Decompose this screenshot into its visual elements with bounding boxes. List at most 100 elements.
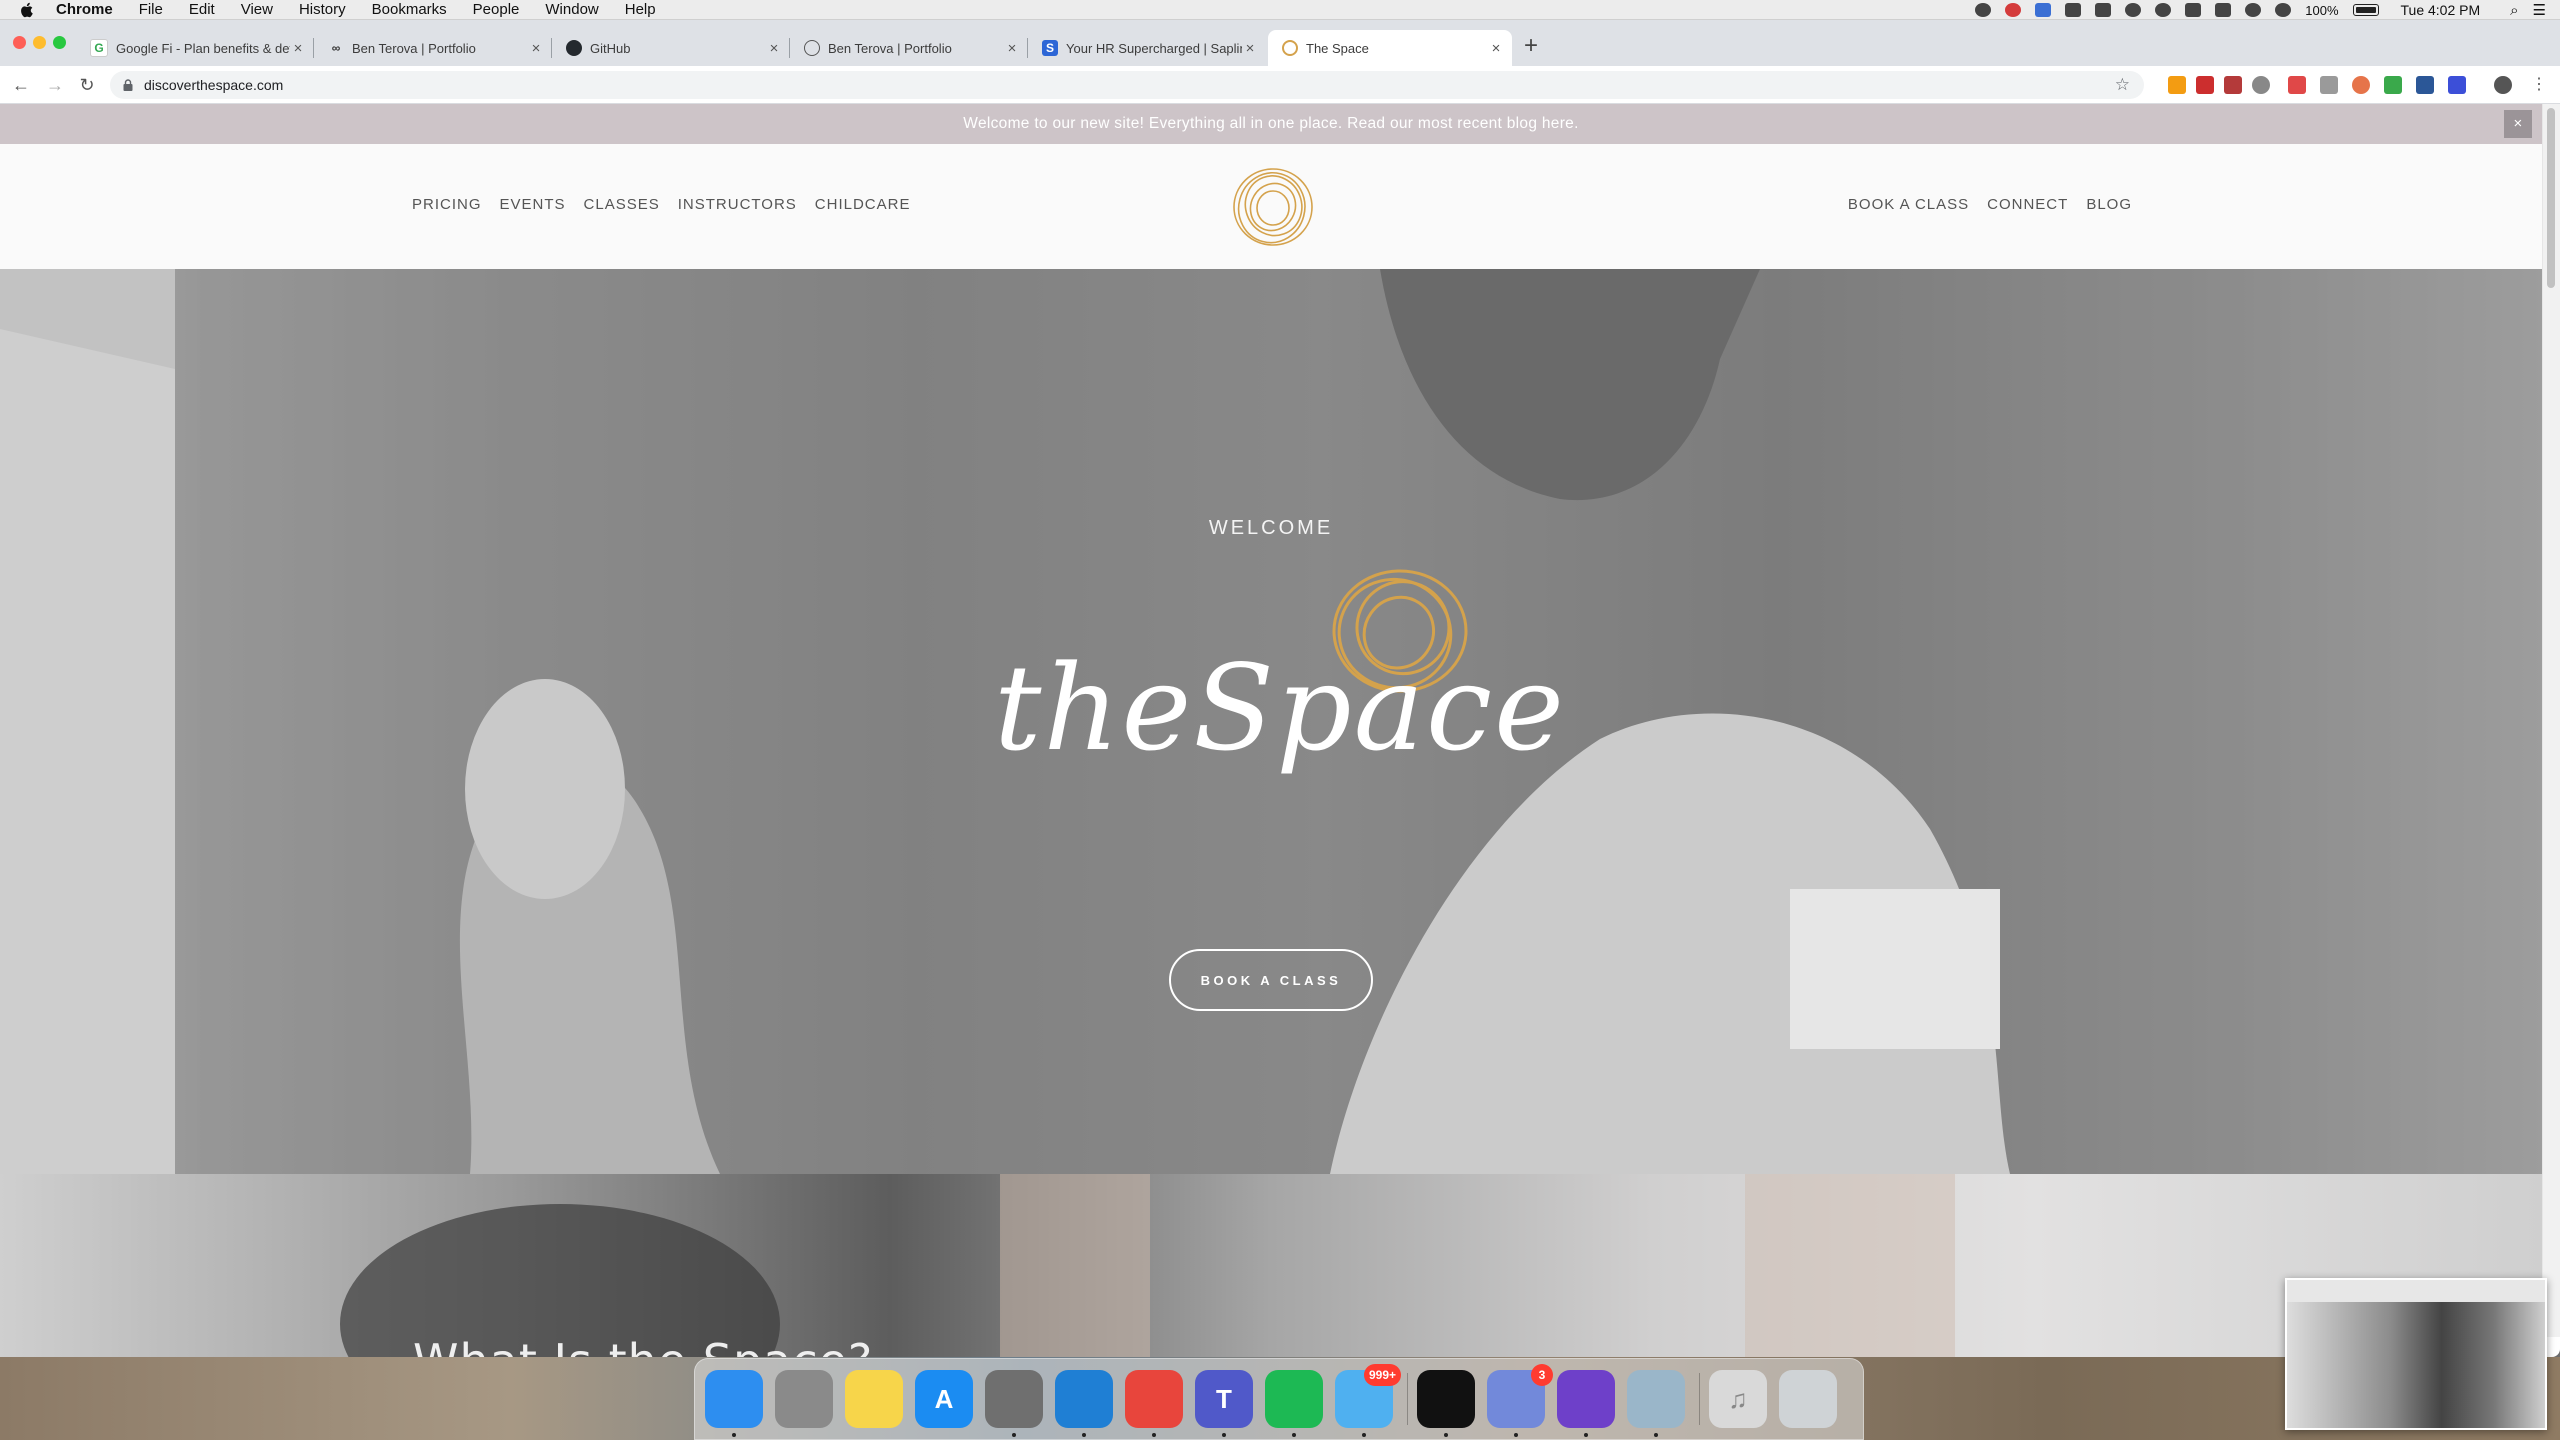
chrome-icon[interactable]	[1125, 1370, 1183, 1428]
tab-sapling[interactable]: S Your HR Supercharged | Saplin ×	[1028, 30, 1266, 66]
spotify-icon[interactable]	[1265, 1370, 1323, 1428]
clock[interactable]: Tue 4:02 PM	[2401, 2, 2481, 18]
bluetooth-icon[interactable]	[2245, 3, 2262, 17]
lock-icon[interactable]	[122, 79, 134, 91]
running-indicator	[1362, 1433, 1366, 1437]
apple-icon[interactable]	[18, 1, 36, 19]
tab-the-space[interactable]: The Space ×	[1268, 30, 1512, 66]
menu-file[interactable]: File	[139, 1, 163, 18]
sapling-dock-icon[interactable]	[1417, 1370, 1475, 1428]
menu-window[interactable]: Window	[545, 1, 598, 18]
minimize-window-button[interactable]	[33, 36, 46, 49]
menu-bookmarks[interactable]: Bookmarks	[372, 1, 447, 18]
chrome-menu-icon[interactable]: ⋮	[2528, 74, 2550, 96]
close-tab-icon[interactable]: ×	[1004, 40, 1020, 57]
scrollbar-thumb[interactable]	[2547, 108, 2555, 288]
running-indicator	[1222, 1433, 1226, 1437]
menu-app-name[interactable]: Chrome	[56, 1, 113, 18]
bookmark-star-icon[interactable]: ☆	[2115, 75, 2130, 95]
leaf-extension-icon[interactable]	[2384, 76, 2402, 94]
clipboard-icon[interactable]	[2035, 3, 2052, 17]
thumbnail-toolbar	[2287, 1280, 2545, 1303]
rocket-icon[interactable]	[775, 1370, 833, 1428]
app-store-icon[interactable]: A	[915, 1370, 973, 1428]
info-extension-icon[interactable]	[2448, 76, 2466, 94]
battery-percent[interactable]: 100%	[2305, 3, 2338, 18]
close-announcement-button[interactable]: ×	[2504, 110, 2532, 138]
close-tab-icon[interactable]: ×	[1488, 40, 1504, 57]
vscode-icon[interactable]	[1055, 1370, 1113, 1428]
gear-icon[interactable]	[985, 1370, 1043, 1428]
stats-icon[interactable]	[2065, 3, 2082, 17]
screenshot-thumbnail[interactable]	[2285, 1278, 2547, 1430]
lastpass-extension-icon[interactable]	[2196, 76, 2214, 94]
announcement-text[interactable]: Welcome to our new site! Everything all …	[963, 115, 1578, 133]
shield-status-icon[interactable]	[1975, 3, 1992, 17]
zoom-window-button[interactable]	[53, 36, 66, 49]
finder-icon[interactable]	[705, 1370, 763, 1428]
dropbox-icon[interactable]	[2185, 3, 2202, 17]
menu-help[interactable]: Help	[625, 1, 656, 18]
tab-portfolio-2[interactable]: Ben Terova | Portfolio ×	[790, 30, 1028, 66]
reload-icon[interactable]: ↻	[76, 74, 98, 96]
music-icon[interactable]: ♫	[1709, 1370, 1767, 1428]
grid-icon[interactable]	[2215, 3, 2232, 17]
battery-icon[interactable]	[2352, 4, 2379, 16]
tab-google-fi[interactable]: G Google Fi - Plan benefits & det ×	[76, 30, 314, 66]
trash-icon[interactable]	[1779, 1370, 1837, 1428]
address-bar[interactable]: discoverthespace.com ☆	[110, 71, 2144, 99]
preview-icon[interactable]	[1627, 1370, 1685, 1428]
pen-extension-icon[interactable]	[2168, 76, 2186, 94]
menu-people[interactable]: People	[473, 1, 520, 18]
teams-icon[interactable]: T	[1195, 1370, 1253, 1428]
nav-pricing[interactable]: PRICING	[412, 196, 482, 213]
forward-icon[interactable]: →	[44, 74, 66, 96]
close-tab-icon[interactable]: ×	[1242, 40, 1258, 57]
mail-icon[interactable]: 999+	[1335, 1364, 1401, 1428]
calendar-extension-icon[interactable]	[2224, 76, 2242, 94]
hero-wordmark: theSpace	[994, 569, 1566, 777]
nav-classes[interactable]: CLASSES	[584, 196, 660, 213]
running-indicator	[1654, 1433, 1658, 1437]
nav-book-a-class[interactable]: BOOK A CLASS	[1848, 196, 1969, 213]
menu-edit[interactable]: Edit	[189, 1, 215, 18]
github-desktop-icon[interactable]	[1557, 1370, 1615, 1428]
control-center-icon[interactable]: ☰	[2533, 1, 2546, 19]
word-extension-icon[interactable]	[2416, 76, 2434, 94]
profile-avatar-icon[interactable]	[2494, 76, 2512, 94]
vpn-icon[interactable]	[2155, 3, 2172, 17]
wifi-icon[interactable]	[2275, 3, 2292, 17]
bolt-icon[interactable]	[2125, 3, 2142, 17]
tab-github[interactable]: GitHub ×	[552, 30, 790, 66]
hero-wordmark-text: theSpace	[994, 639, 1566, 777]
close-tab-icon[interactable]: ×	[528, 40, 544, 57]
close-window-button[interactable]	[13, 36, 26, 49]
spotlight-icon[interactable]: ⌕	[2510, 2, 2518, 19]
creative-cloud-icon[interactable]	[2005, 3, 2022, 17]
close-tab-icon[interactable]: ×	[766, 40, 782, 57]
nav-connect[interactable]: CONNECT	[1987, 196, 2068, 213]
back-icon[interactable]: ←	[10, 74, 32, 96]
url-text[interactable]: discoverthespace.com	[144, 77, 283, 93]
thumbnail-preview	[2287, 1302, 2545, 1428]
close-tab-icon[interactable]: ×	[290, 40, 306, 57]
cloud-extension-icon[interactable]	[2288, 76, 2306, 94]
menu-view[interactable]: View	[241, 1, 273, 18]
nav-events[interactable]: EVENTS	[500, 196, 566, 213]
dock-divider	[1407, 1373, 1408, 1425]
nav-blog[interactable]: BLOG	[2086, 196, 2132, 213]
tab-portfolio-1[interactable]: ∞ Ben Terova | Portfolio ×	[314, 30, 552, 66]
new-tab-button[interactable]: +	[1524, 34, 1538, 58]
hero-book-class-button[interactable]: BOOK A CLASS	[1169, 949, 1373, 1011]
menu-history[interactable]: History	[299, 1, 346, 18]
notes-icon[interactable]	[845, 1370, 903, 1428]
shield-extension-icon[interactable]	[2320, 76, 2338, 94]
discord-icon[interactable]: 3	[1487, 1364, 1553, 1428]
display-icon[interactable]	[2095, 3, 2112, 17]
site-logo[interactable]	[1230, 164, 1316, 250]
nav-instructors[interactable]: INSTRUCTORS	[678, 196, 797, 213]
page-scrollbar[interactable]	[2542, 104, 2560, 1337]
honey-extension-icon[interactable]	[2352, 76, 2370, 94]
circle-extension-icon[interactable]	[2252, 76, 2270, 94]
nav-childcare[interactable]: CHILDCARE	[815, 196, 911, 213]
